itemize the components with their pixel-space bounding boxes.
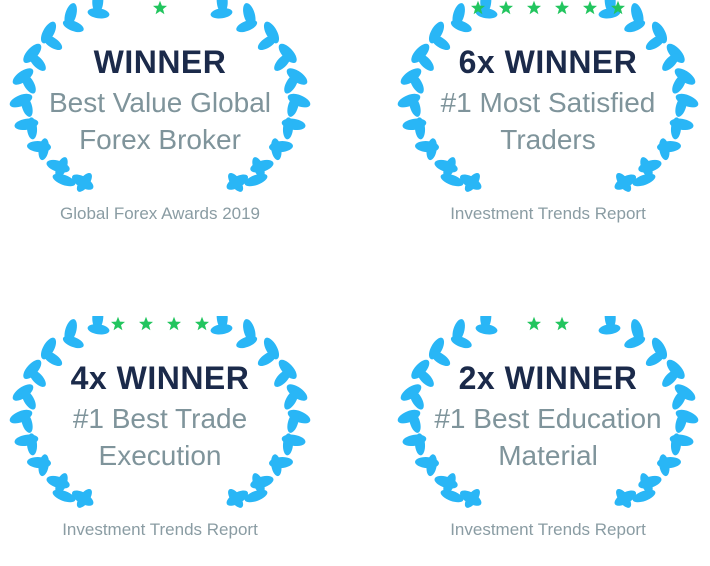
award-description-line: Traders [500, 124, 596, 155]
award-description-line: Execution [98, 440, 222, 471]
award-description-line: Forex Broker [79, 124, 241, 155]
award-description-line: #1 Best Education [434, 403, 662, 434]
award-title: 4x WINNER [70, 360, 250, 396]
star-icon [152, 0, 168, 16]
laurel-leaf [52, 489, 76, 503]
award-description-line: Material [498, 440, 598, 471]
award-description-line: #1 Best Trade [72, 403, 248, 434]
awards-grid: WINNER Best Value Global Forex Broker Gl… [0, 0, 710, 544]
laurel-leaf [440, 489, 464, 503]
award-title: WINNER [93, 44, 227, 80]
award-description-line: #1 Most Satisfied [440, 87, 656, 118]
star-rating [0, 316, 320, 334]
award-title: 6x WINNER [458, 44, 638, 80]
star-icon [110, 316, 126, 332]
laurel-leaf [632, 489, 656, 503]
award-description-line: Best Value Global [48, 87, 272, 118]
star-icon [526, 0, 542, 16]
laurel-leaf [440, 173, 464, 187]
award-card: WINNER Best Value Global Forex Broker Gl… [0, 0, 320, 250]
star-icon [138, 316, 154, 332]
award-description: Best Value Global Forex Broker [30, 84, 290, 158]
laurel-leaf [52, 173, 76, 187]
star-rating [388, 0, 708, 18]
star-icon [554, 0, 570, 16]
award-source: Global Forex Awards 2019 [59, 204, 261, 223]
star-rating [0, 0, 320, 18]
award-source: Investment Trends Report [450, 204, 646, 223]
laurel-leaf [244, 489, 268, 503]
award-title: 2x WINNER [458, 360, 638, 396]
laurel-leaf [632, 173, 656, 187]
award-description: #1 Best Trade Execution [30, 400, 290, 474]
star-icon [582, 0, 598, 16]
star-icon [554, 316, 570, 332]
star-icon [498, 0, 514, 16]
award-card: 2x WINNER #1 Best Education Material Inv… [388, 316, 708, 566]
award-description: #1 Most Satisfied Traders [418, 84, 678, 158]
award-description: #1 Best Education Material [418, 400, 678, 474]
star-icon [470, 0, 486, 16]
award-card: 6x WINNER #1 Most Satisfied Traders Inve… [388, 0, 708, 250]
star-rating [388, 316, 708, 334]
star-icon [610, 0, 626, 16]
star-icon [526, 316, 542, 332]
award-source: Investment Trends Report [450, 520, 646, 539]
laurel-leaf [244, 173, 268, 187]
award-card: 4x WINNER #1 Best Trade Execution Invest… [0, 316, 320, 566]
star-icon [166, 316, 182, 332]
star-icon [194, 316, 210, 332]
award-source: Investment Trends Report [62, 520, 258, 539]
